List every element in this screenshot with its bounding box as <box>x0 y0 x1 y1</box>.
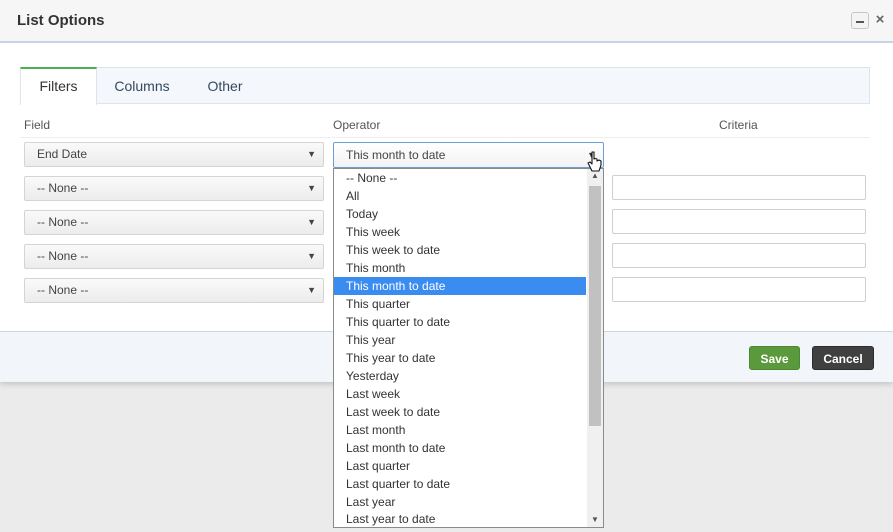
chevron-down-icon: ▼ <box>307 217 316 227</box>
dropdown-option[interactable]: Yesterday <box>334 367 586 385</box>
scrollbar-thumb[interactable] <box>589 186 601 426</box>
criteria-column-header: Criteria <box>719 118 758 132</box>
minimize-icon <box>856 21 864 23</box>
close-icon[interactable]: × <box>873 11 887 29</box>
dropdown-option[interactable]: Last month to date <box>334 439 586 457</box>
save-button[interactable]: Save <box>749 346 800 370</box>
field-select-value: End Date <box>37 147 88 161</box>
dropdown-option[interactable]: All <box>334 187 586 205</box>
dialog-header: List Options × <box>0 0 893 43</box>
dropdown-option[interactable]: This quarter <box>334 295 586 313</box>
dropdown-option[interactable]: This year <box>334 331 586 349</box>
chevron-down-icon: ▼ <box>307 149 316 159</box>
criteria-input-4[interactable] <box>612 243 866 268</box>
criteria-input-5[interactable] <box>612 277 866 302</box>
dropdown-option-selected[interactable]: This month to date <box>334 277 586 295</box>
field-column-header: Field <box>24 118 51 132</box>
scroll-down-icon[interactable]: ▼ <box>587 513 603 527</box>
dropdown-option[interactable]: This week to date <box>334 241 586 259</box>
dropdown-option[interactable]: This week <box>334 223 586 241</box>
operator-select-1[interactable]: This month to date ▼ <box>333 142 604 168</box>
dropdown-option[interactable]: Today <box>334 205 586 223</box>
dropdown-option[interactable]: Last week to date <box>334 403 586 421</box>
operator-dropdown-list[interactable]: -- None -- All Today This week This week… <box>333 168 604 528</box>
dropdown-option[interactable]: This year to date <box>334 349 586 367</box>
header-divider <box>20 137 870 138</box>
dropdown-option[interactable]: This quarter to date <box>334 313 586 331</box>
tab-other[interactable]: Other <box>193 68 257 105</box>
criteria-input-2[interactable] <box>612 175 866 200</box>
field-select-2[interactable]: -- None -- ▼ <box>24 176 324 201</box>
chevron-down-icon: ▼ <box>307 251 316 261</box>
dropdown-option[interactable]: Last week <box>334 385 586 403</box>
operator-column-header: Operator <box>333 118 381 132</box>
tab-columns[interactable]: Columns <box>105 68 179 105</box>
dropdown-option[interactable]: Last quarter <box>334 457 586 475</box>
chevron-down-icon: ▼ <box>307 285 316 295</box>
dialog-title: List Options <box>17 12 105 29</box>
field-select-4[interactable]: -- None -- ▼ <box>24 244 324 269</box>
chevron-down-icon: ▼ <box>307 183 316 193</box>
hand-cursor-icon <box>587 151 602 172</box>
tab-filters[interactable]: Filters <box>20 67 97 105</box>
dropdown-option[interactable]: This month <box>334 259 586 277</box>
operator-select-value: This month to date <box>346 148 446 162</box>
criteria-input-3[interactable] <box>612 209 866 234</box>
tab-bar: Filters Columns Other <box>20 67 870 105</box>
dropdown-option[interactable]: Last year <box>334 493 586 511</box>
dropdown-option[interactable]: Last year to date <box>334 510 586 528</box>
field-select-value: -- None -- <box>37 181 89 195</box>
field-select-value: -- None -- <box>37 249 89 263</box>
dropdown-scrollbar[interactable]: ▲ ▼ <box>587 169 603 527</box>
cancel-button[interactable]: Cancel <box>812 346 874 370</box>
field-select-3[interactable]: -- None -- ▼ <box>24 210 324 235</box>
dropdown-option[interactable]: -- None -- <box>334 169 586 187</box>
field-select-value: -- None -- <box>37 215 89 229</box>
field-select-5[interactable]: -- None -- ▼ <box>24 278 324 303</box>
dropdown-option[interactable]: Last month <box>334 421 586 439</box>
minimize-button[interactable] <box>851 12 869 29</box>
field-select-1[interactable]: End Date ▼ <box>24 142 324 167</box>
field-select-value: -- None -- <box>37 283 89 297</box>
dropdown-option[interactable]: Last quarter to date <box>334 475 586 493</box>
